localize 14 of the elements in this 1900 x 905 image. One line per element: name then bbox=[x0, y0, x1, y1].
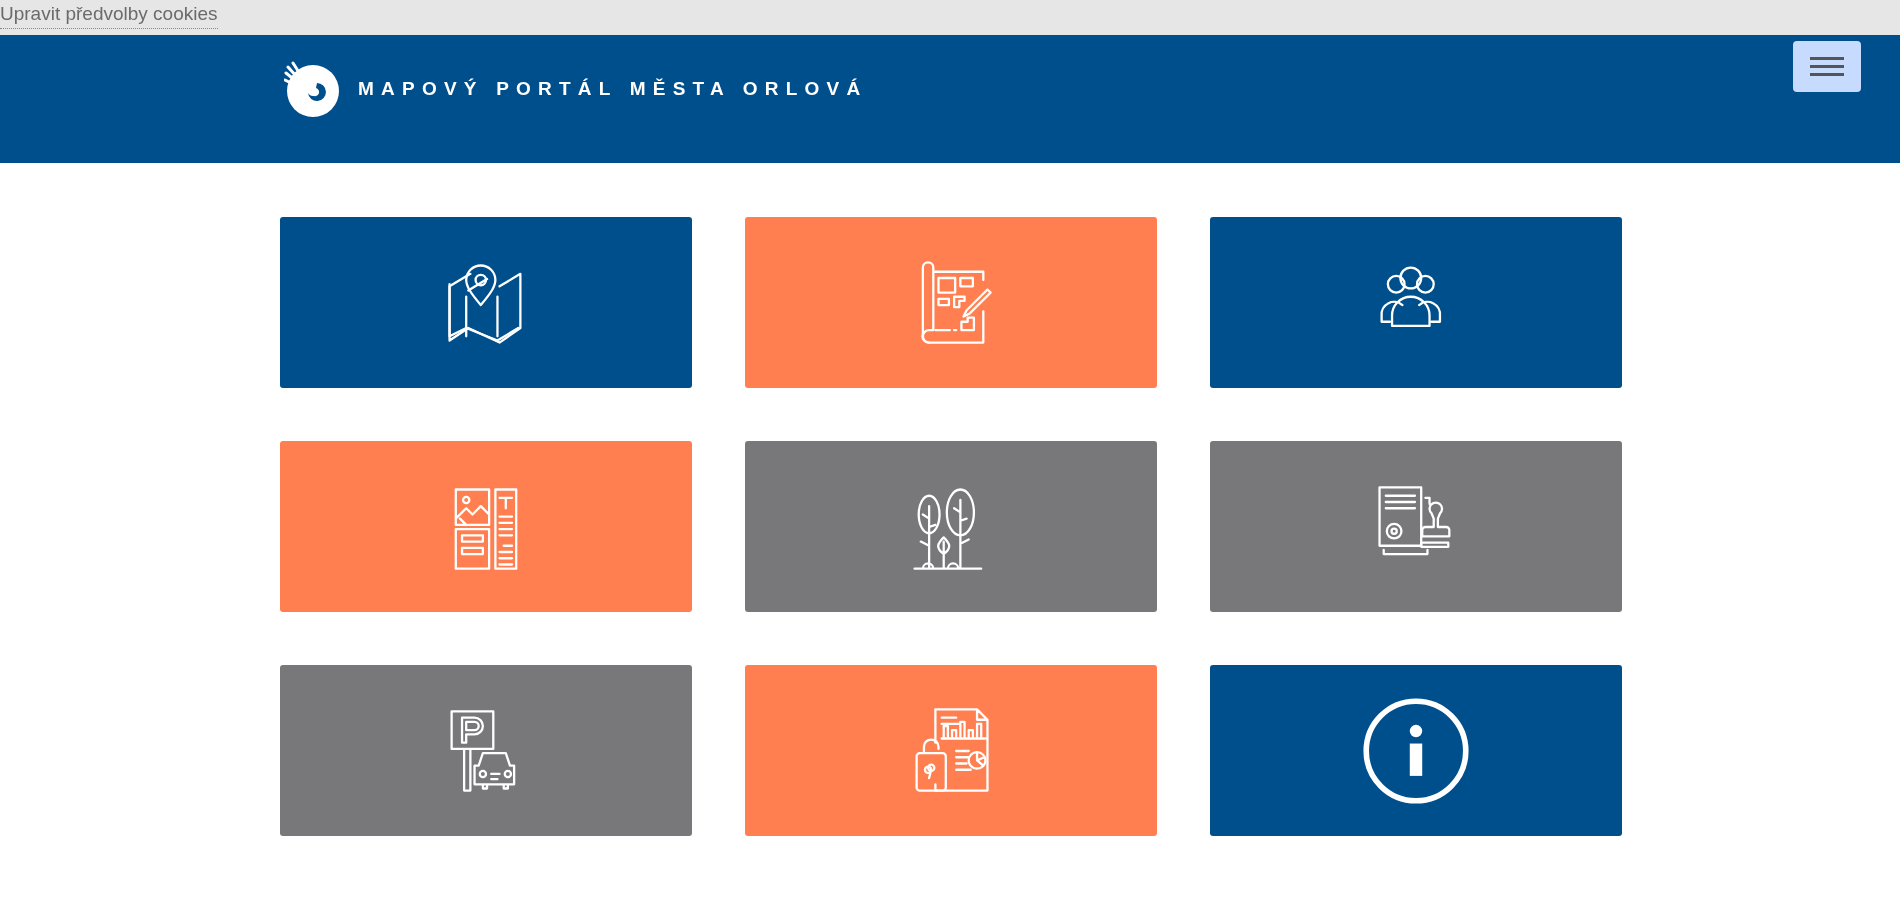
menu-tile[interactable] bbox=[280, 665, 692, 836]
menu-tile[interactable] bbox=[280, 217, 692, 388]
cookie-settings-link[interactable]: Upravit předvolby cookies bbox=[0, 0, 218, 29]
menu-icon bbox=[1810, 57, 1844, 76]
logo-icon bbox=[284, 61, 340, 117]
menu-tile[interactable] bbox=[1210, 441, 1622, 612]
menu-tile[interactable] bbox=[745, 217, 1157, 388]
menu-tile[interactable] bbox=[1210, 665, 1622, 836]
menu-tile[interactable] bbox=[280, 441, 692, 612]
portal-title: MAPOVÝ PORTÁL MĚSTA ORLOVÁ bbox=[358, 76, 868, 101]
menu-button[interactable] bbox=[1793, 41, 1861, 92]
menu-tile[interactable] bbox=[745, 665, 1157, 836]
menu-tile[interactable] bbox=[1210, 217, 1622, 388]
menu-tile[interactable] bbox=[745, 441, 1157, 612]
